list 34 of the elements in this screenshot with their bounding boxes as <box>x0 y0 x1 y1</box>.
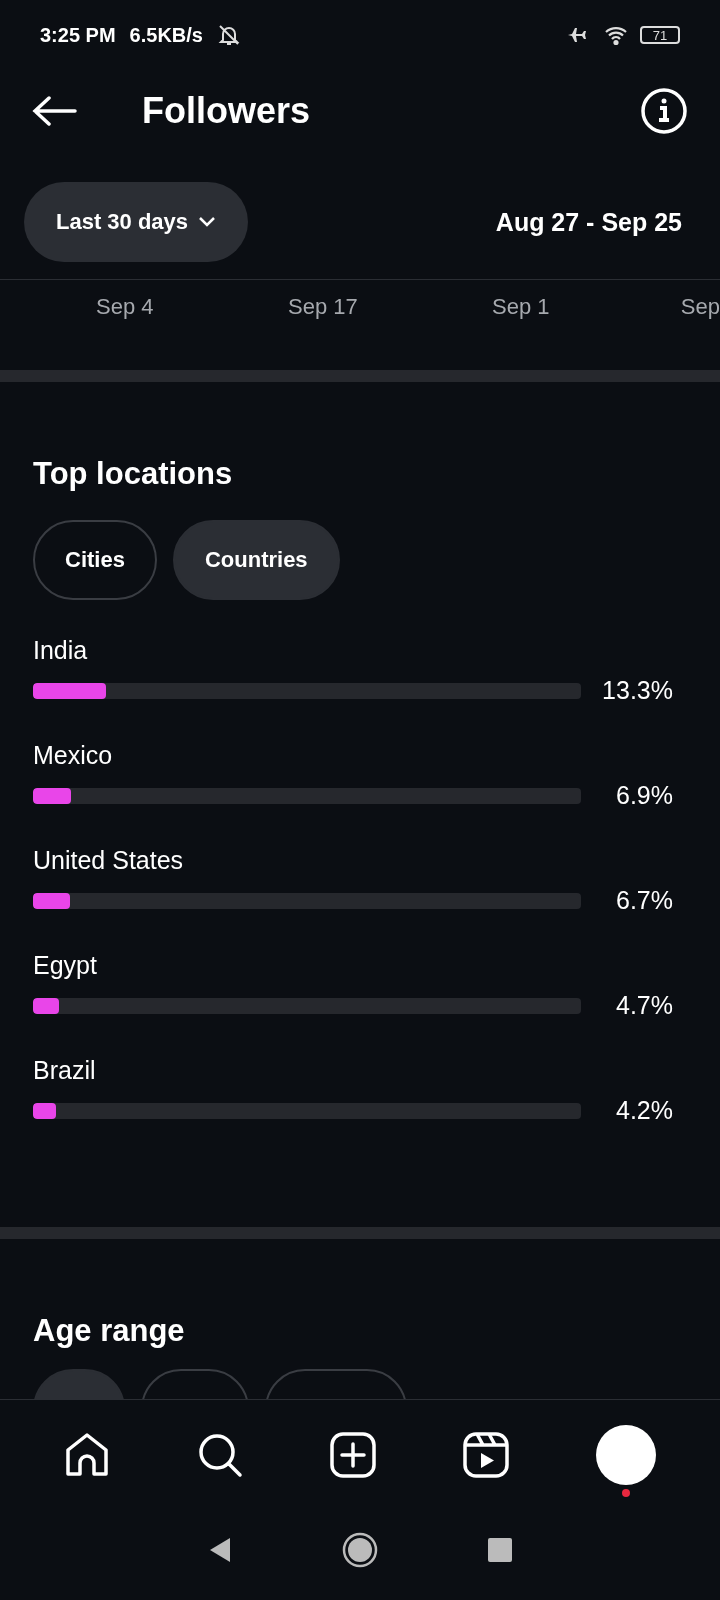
back-triangle-icon[interactable] <box>208 1537 232 1563</box>
country-name: United States <box>33 845 185 875</box>
page-title: Followers <box>142 90 311 132</box>
location-tab[interactable]: Countries <box>172 520 340 600</box>
battery-icon: 71 <box>640 26 680 44</box>
axis-label: Sep 17 <box>288 294 358 320</box>
status-time: 3:25 PM <box>40 23 116 47</box>
percentage: 4.2% <box>616 1096 673 1125</box>
axis-label: Sep <box>680 294 720 320</box>
network-speed: 6.5KB/s <box>129 23 203 47</box>
country-name: Egypt <box>33 950 98 980</box>
country-name: Brazil <box>33 1055 97 1085</box>
back-arrow-icon[interactable] <box>32 96 78 126</box>
percentage: 4.7% <box>616 991 673 1020</box>
muted-bell-icon <box>216 23 241 47</box>
search-icon[interactable] <box>196 1432 243 1478</box>
percentage: 13.3% <box>602 676 673 705</box>
reels-icon[interactable] <box>463 1432 510 1478</box>
section-title: Age range <box>32 1313 186 1349</box>
country-name: India <box>33 635 89 665</box>
country-name: Mexico <box>33 740 114 770</box>
axis-label: Sep 4 <box>96 294 154 320</box>
add-post-icon[interactable] <box>329 1432 376 1478</box>
axis-label: Sep 1 <box>492 294 550 320</box>
percentage: 6.9% <box>616 781 673 810</box>
date-range-text: Aug 27 - Sep 25 <box>495 207 682 237</box>
chevron-down-icon <box>198 216 217 228</box>
section-title: Top locations <box>32 456 234 492</box>
info-icon[interactable] <box>640 87 688 135</box>
home-circle-icon[interactable] <box>342 1532 378 1568</box>
location-tab[interactable]: Cities <box>33 520 157 600</box>
date-range-dropdown[interactable]: Last 30 days <box>24 182 249 262</box>
percentage: 6.7% <box>616 886 673 915</box>
home-icon[interactable] <box>63 1432 110 1478</box>
